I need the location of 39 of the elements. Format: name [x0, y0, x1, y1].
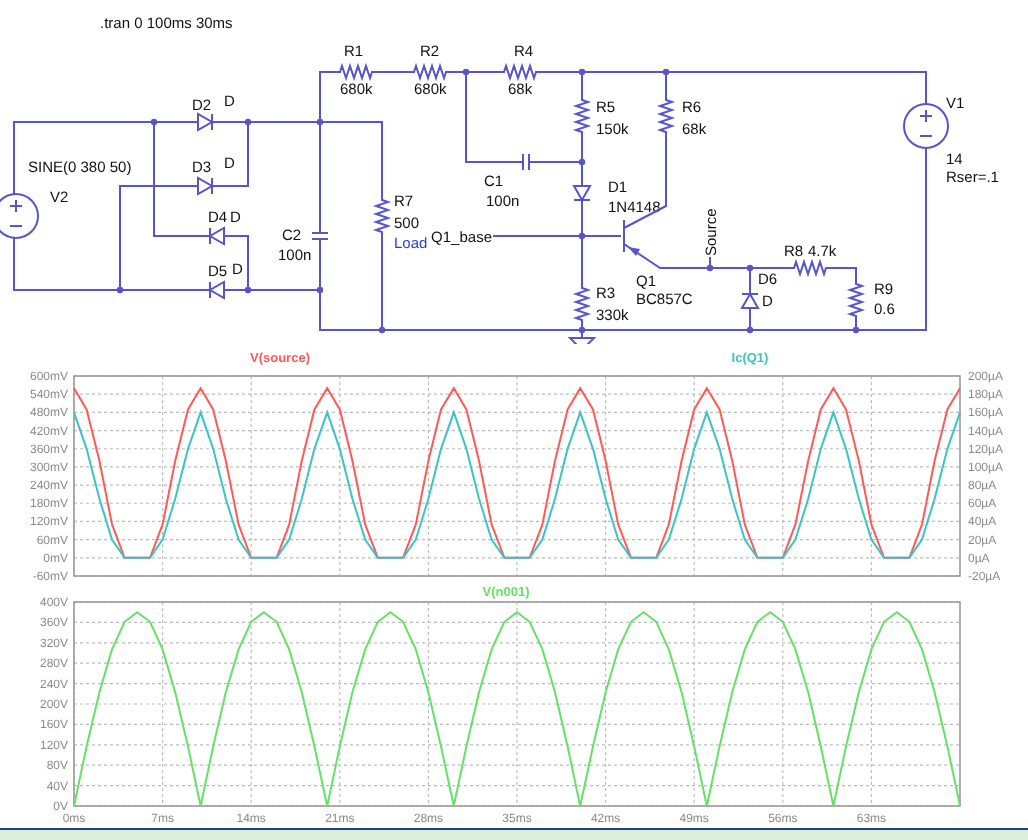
- capacitor-symbol: [513, 153, 539, 171]
- junction-dot: [662, 68, 670, 76]
- junction-dot: [852, 326, 860, 334]
- capacitor-symbol: [311, 223, 329, 249]
- junction-dot: [116, 286, 124, 294]
- junction-dot: [578, 68, 586, 76]
- junction-dot: [244, 118, 252, 126]
- wire: [665, 135, 667, 207]
- diode-symbol: [573, 181, 592, 207]
- resistor-symbol: [846, 279, 866, 321]
- resistor-symbol: [789, 258, 831, 278]
- diode-symbol: [203, 281, 229, 300]
- diode-symbol: [740, 287, 759, 313]
- voltage-source-symbol: [0, 193, 39, 239]
- diode-symbol: [193, 176, 219, 195]
- resistor-symbol: [335, 62, 377, 82]
- junction-dot: [316, 286, 324, 294]
- resistor-symbol: [572, 95, 592, 137]
- junction-dot: [578, 158, 586, 166]
- junction-dot: [150, 118, 158, 126]
- resistor-symbol: [656, 95, 676, 137]
- junction-dot: [578, 326, 586, 334]
- junction-dot: [378, 326, 386, 334]
- resistor-symbol: [499, 62, 541, 82]
- diode-symbol: [203, 227, 229, 246]
- junction-dot: [578, 232, 586, 240]
- wire: [375, 71, 411, 73]
- junction-dot: [244, 286, 252, 294]
- resistor-symbol: [409, 62, 451, 82]
- voltage-source-symbol: [903, 103, 949, 149]
- junction-dot: [706, 264, 714, 272]
- junction-dot: [316, 118, 324, 126]
- resistor-symbol: [572, 283, 592, 325]
- ground-icon: [569, 329, 597, 344]
- diode-symbol: [193, 112, 219, 131]
- resistor-symbol: [372, 195, 392, 237]
- junction-dot: [462, 68, 470, 76]
- junction-dot: [746, 326, 754, 334]
- junction-dot: [746, 264, 754, 272]
